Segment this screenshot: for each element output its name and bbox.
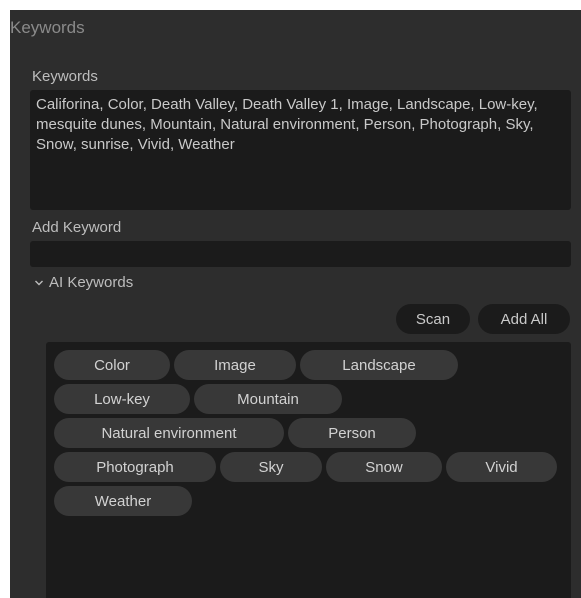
ai-keyword-chip[interactable]: Weather (54, 486, 192, 516)
ai-keyword-chip[interactable]: Person (288, 418, 416, 448)
add-all-button[interactable]: Add All (478, 304, 570, 334)
ai-keyword-chip[interactable]: Snow (326, 452, 442, 482)
ai-keywords-toggle[interactable]: AI Keywords (34, 274, 133, 291)
add-keyword-input[interactable] (30, 241, 571, 267)
chevron-down-icon (35, 280, 43, 285)
scan-button[interactable]: Scan (396, 304, 470, 334)
ai-keyword-chip[interactable]: Landscape (300, 350, 458, 380)
ai-keyword-chip[interactable]: Color (54, 350, 170, 380)
ai-keyword-chip[interactable]: Mountain (194, 384, 342, 414)
ai-keyword-chip[interactable]: Natural environment (54, 418, 284, 448)
keywords-panel: Keywords Keywords Califorina, Color, Dea… (10, 10, 581, 598)
ai-keyword-chip[interactable]: Low-key (54, 384, 190, 414)
ai-keyword-chip[interactable]: Vivid (446, 452, 557, 482)
ai-keyword-chip[interactable]: Image (174, 350, 296, 380)
ai-keyword-chip[interactable]: Sky (220, 452, 322, 482)
ai-keywords-label: AI Keywords (49, 274, 134, 291)
panel-title: Keywords (10, 18, 85, 37)
ai-keywords-list: Color Image Landscape Low-key Mountain N… (46, 342, 571, 598)
add-keyword-label: Add Keyword (32, 219, 122, 236)
keywords-list-field[interactable]: Califorina, Color, Death Valley, Death V… (30, 90, 571, 210)
ai-keyword-chip[interactable]: Photograph (54, 452, 216, 482)
keywords-label: Keywords (32, 68, 98, 85)
